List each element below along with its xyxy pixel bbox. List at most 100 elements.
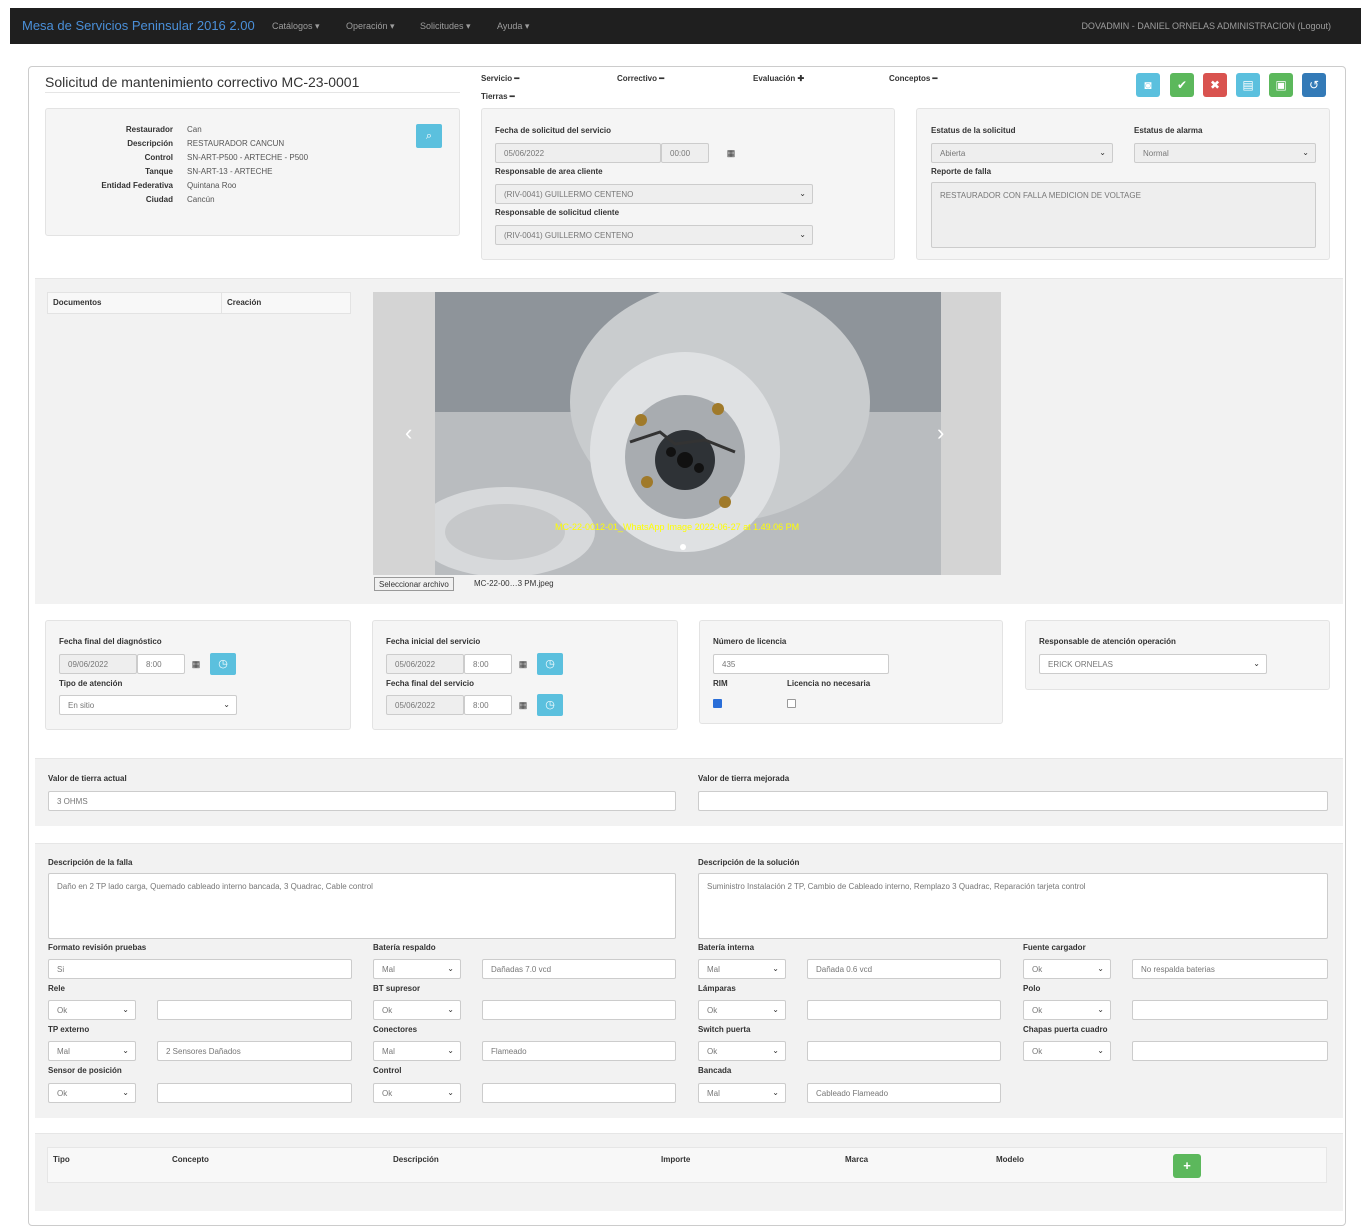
tierra-actual-input[interactable]: 3 OHMS — [48, 791, 676, 811]
tab-correctivo[interactable]: Correctivo ━ — [617, 74, 664, 83]
rim-checkbox[interactable] — [713, 699, 722, 708]
rele-obs[interactable] — [157, 1000, 352, 1020]
bateria-int-select[interactable]: Mal ⌄ — [698, 959, 786, 979]
tp-select[interactable]: Mal ⌄ — [48, 1041, 136, 1061]
bt-select[interactable]: Ok ⌄ — [373, 1000, 461, 1020]
desc-solucion-textarea[interactable]: Suministro Instalación 2 TP, Cambio de C… — [698, 873, 1328, 939]
polo-select[interactable]: Ok ⌄ — [1023, 1000, 1111, 1020]
tanque-value: SN-ART-13 - ARTECHE — [187, 167, 273, 176]
tab-conceptos[interactable]: Conceptos ━ — [889, 74, 937, 83]
polo-obs[interactable] — [1132, 1000, 1328, 1020]
fecha-diag-input[interactable]: 09/06/2022 — [59, 654, 137, 674]
responsable-select[interactable]: ERICK ORNELAS ⌄ — [1039, 654, 1267, 674]
resp-area-select[interactable]: (RIV-0041) GUILLERMO CENTENO ⌄ — [495, 184, 813, 204]
clock-fin-button[interactable]: ◷ — [537, 694, 563, 716]
fecha-fin-input[interactable]: 05/06/2022 — [386, 695, 464, 715]
formato-label: Formato revisión pruebas — [48, 943, 147, 952]
menu-ayuda[interactable]: Ayuda ▾ — [497, 21, 529, 32]
tierra-mejorada-input[interactable] — [698, 791, 1328, 811]
fuente-obs[interactable]: No respalda baterias — [1132, 959, 1328, 979]
search-restaurador-button[interactable]: ⌕ — [416, 124, 442, 148]
fecha-ini-input[interactable]: 05/06/2022 — [386, 654, 464, 674]
calendar-button[interactable]: ▦ — [722, 143, 740, 163]
formato-input[interactable]: Si — [48, 959, 352, 979]
lamparas-label: Lámparas — [698, 984, 736, 993]
estatus-alarma-label: Estatus de alarma — [1134, 126, 1203, 135]
hora-fin-input[interactable]: 8:00 — [464, 695, 512, 715]
page-title: Solicitud de mantenimiento correctivo MC… — [45, 74, 360, 90]
conectores-select[interactable]: Mal ⌄ — [373, 1041, 461, 1061]
clock-ini-button[interactable]: ◷ — [537, 653, 563, 675]
switch-select[interactable]: Ok ⌄ — [698, 1041, 786, 1061]
num-licencia-input[interactable]: 435 — [713, 654, 889, 674]
top-navbar: Mesa de Servicios Peninsular 2016 2.00 C… — [10, 8, 1361, 44]
bateria-resp-select[interactable]: Mal ⌄ — [373, 959, 461, 979]
menu-catalogos[interactable]: Catálogos ▾ — [272, 21, 320, 32]
save-button[interactable]: ▣ — [1269, 73, 1293, 97]
resp-area-label: Responsable de area cliente — [495, 167, 603, 176]
lamparas-select[interactable]: Ok ⌄ — [698, 1000, 786, 1020]
clock-icon: ◷ — [218, 658, 228, 670]
bt-value: Ok — [382, 1006, 393, 1015]
tab-servicio[interactable]: Servicio ━ — [481, 74, 519, 83]
hora-diag-input[interactable]: 8:00 — [137, 654, 185, 674]
chapas-obs[interactable] — [1132, 1041, 1328, 1061]
reporte-falla-label: Reporte de falla — [931, 167, 992, 176]
responsable-label: Responsable de atención operación — [1039, 637, 1176, 646]
desc-falla-textarea[interactable]: Daño en 2 TP lado carga, Quemado cablead… — [48, 873, 676, 939]
fuente-select[interactable]: Ok ⌄ — [1023, 959, 1111, 979]
rim-label: RIM — [713, 679, 728, 688]
chevron-down-icon: ⌄ — [799, 230, 806, 239]
tp-obs[interactable]: 2 Sensores Dañados — [157, 1041, 352, 1061]
file-select-button[interactable]: Seleccionar archivo — [374, 577, 454, 591]
resp-sol-select[interactable]: (RIV-0041) GUILLERMO CENTENO ⌄ — [495, 225, 813, 245]
carousel-next-arrow[interactable]: › — [937, 420, 944, 446]
calendar-fin-button[interactable]: ▦ — [514, 695, 532, 715]
fecha-solicitud-input[interactable]: 05/06/2022 — [495, 143, 661, 163]
control-obs[interactable] — [482, 1083, 676, 1103]
hora-ini-input[interactable]: 8:00 — [464, 654, 512, 674]
bateria-resp-obs[interactable]: Dañadas 7.0 vcd — [482, 959, 676, 979]
app-brand[interactable]: Mesa de Servicios Peninsular 2016 2.00 — [22, 18, 255, 33]
clock-diag-button[interactable]: ◷ — [210, 653, 236, 675]
switch-obs[interactable] — [807, 1041, 1001, 1061]
calendar-ini-button[interactable]: ▦ — [514, 654, 532, 674]
bancada-select[interactable]: Mal ⌄ — [698, 1083, 786, 1103]
rele-value: Ok — [57, 1006, 68, 1015]
hora-solicitud-input[interactable]: 00:00 — [661, 143, 709, 163]
bt-label: BT supresor — [373, 984, 421, 993]
undo-button[interactable]: ↺ — [1302, 73, 1326, 97]
carousel-prev-arrow[interactable]: ‹ — [405, 420, 412, 446]
chevron-down-icon: ⌄ — [122, 1088, 129, 1097]
report-button[interactable]: ▤ — [1236, 73, 1260, 97]
bateria-int-obs[interactable]: Dañada 0.6 vcd — [807, 959, 1001, 979]
camera-button[interactable]: ◙ — [1136, 73, 1160, 97]
estatus-sol-select[interactable]: Abierta ⌄ — [931, 143, 1113, 163]
control-select[interactable]: Ok ⌄ — [373, 1083, 461, 1103]
bateria-resp-value: Mal — [382, 965, 395, 974]
lamparas-obs[interactable] — [807, 1000, 1001, 1020]
approve-button[interactable]: ✔ — [1170, 73, 1194, 97]
sensor-obs[interactable] — [157, 1083, 352, 1103]
licencia-no-necesaria-checkbox[interactable] — [787, 699, 796, 708]
conectores-value: Mal — [382, 1047, 395, 1056]
sensor-select[interactable]: Ok ⌄ — [48, 1083, 136, 1103]
tipo-atencion-select[interactable]: En sitio ⌄ — [59, 695, 237, 715]
tab-evaluacion[interactable]: Evaluación ✚ — [753, 74, 804, 83]
bancada-obs[interactable]: Cableado Flameado — [807, 1083, 1001, 1103]
chapas-select[interactable]: Ok ⌄ — [1023, 1041, 1111, 1061]
add-concepto-button[interactable]: + — [1173, 1154, 1201, 1178]
reporte-falla-textarea[interactable]: RESTAURADOR CON FALLA MEDICION DE VOLTAG… — [931, 182, 1316, 248]
cancel-button[interactable]: ✖ — [1203, 73, 1227, 97]
estatus-alarma-select[interactable]: Normal ⌄ — [1134, 143, 1316, 163]
user-logout-link[interactable]: DOVADMIN - DANIEL ORNELAS ADMINISTRACION… — [1081, 21, 1331, 31]
clock-icon: ◷ — [545, 658, 555, 670]
rele-select[interactable]: Ok ⌄ — [48, 1000, 136, 1020]
bt-obs[interactable] — [482, 1000, 676, 1020]
calendar-diag-button[interactable]: ▦ — [187, 654, 205, 674]
clock-icon: ◷ — [545, 699, 555, 711]
tab-tierras[interactable]: Tierras ━ — [481, 92, 515, 101]
menu-solicitudes[interactable]: Solicitudes ▾ — [420, 21, 471, 32]
conectores-obs[interactable]: Flameado — [482, 1041, 676, 1061]
menu-operacion[interactable]: Operación ▾ — [346, 21, 395, 32]
